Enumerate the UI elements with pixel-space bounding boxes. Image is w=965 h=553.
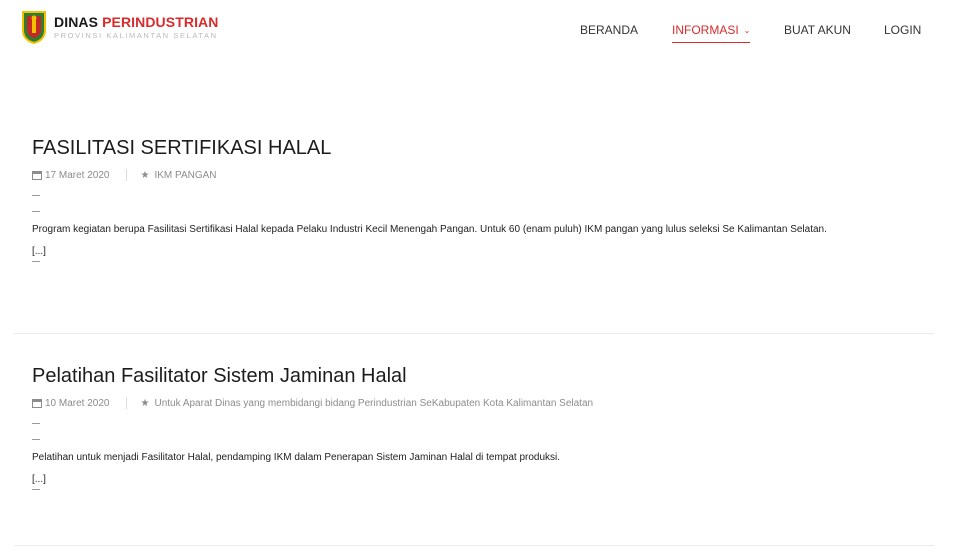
- dash-divider: [32, 211, 40, 212]
- nav-buat-akun[interactable]: BUAT AKUN: [784, 22, 851, 38]
- article-item: Pelatihan Fasilitator Sistem Jaminan Hal…: [32, 364, 932, 490]
- dash-divider: [32, 261, 40, 262]
- nav-login[interactable]: LOGIN: [884, 22, 921, 38]
- nav-informasi-label: INFORMASI: [672, 23, 739, 37]
- article-meta: 17 Maret 2020 ★ IKM PANGAN: [32, 169, 932, 181]
- dash-divider: [32, 439, 40, 440]
- calendar-icon: [32, 398, 42, 408]
- main-nav: BERANDA INFORMASI ⌄ BUAT AKUN LOGIN: [0, 22, 965, 43]
- site-header: DINAS PERINDUSTRIAN PROVINSI KALIMANTAN …: [0, 0, 965, 62]
- article-category[interactable]: IKM PANGAN: [154, 170, 216, 181]
- read-more-link[interactable]: [...]: [32, 474, 46, 486]
- read-more-link[interactable]: [...]: [32, 246, 46, 258]
- dash-divider: [32, 423, 40, 424]
- dash-divider: [32, 195, 40, 196]
- star-icon: ★: [140, 397, 150, 409]
- meta-separator: [125, 169, 127, 181]
- article-date: 10 Maret 2020: [45, 397, 110, 409]
- article-meta: 10 Maret 2020 ★ Untuk Aparat Dinas yang …: [32, 397, 932, 409]
- article-divider: [14, 545, 934, 546]
- article-date: 17 Maret 2020: [45, 169, 110, 181]
- calendar-icon: [32, 170, 42, 180]
- dash-divider: [32, 489, 40, 490]
- article-title[interactable]: Pelatihan Fasilitator Sistem Jaminan Hal…: [32, 364, 932, 388]
- article-divider: [14, 333, 934, 334]
- nav-beranda[interactable]: BERANDA: [580, 22, 638, 38]
- article-title[interactable]: FASILITASI SERTIFIKASI HALAL: [32, 136, 932, 160]
- article-excerpt: Pelatihan untuk menjadi Fasilitator Hala…: [32, 452, 561, 463]
- article-category[interactable]: Untuk Aparat Dinas yang membidangi bidan…: [154, 398, 593, 409]
- meta-separator: [125, 397, 127, 409]
- article-excerpt: Program kegiatan berupa Fasilitasi Serti…: [32, 224, 827, 235]
- star-icon: ★: [140, 169, 150, 181]
- nav-informasi[interactable]: INFORMASI ⌄: [672, 22, 751, 43]
- chevron-down-icon: ⌄: [743, 26, 751, 35]
- article-item: FASILITASI SERTIFIKASI HALAL 17 Maret 20…: [32, 136, 932, 262]
